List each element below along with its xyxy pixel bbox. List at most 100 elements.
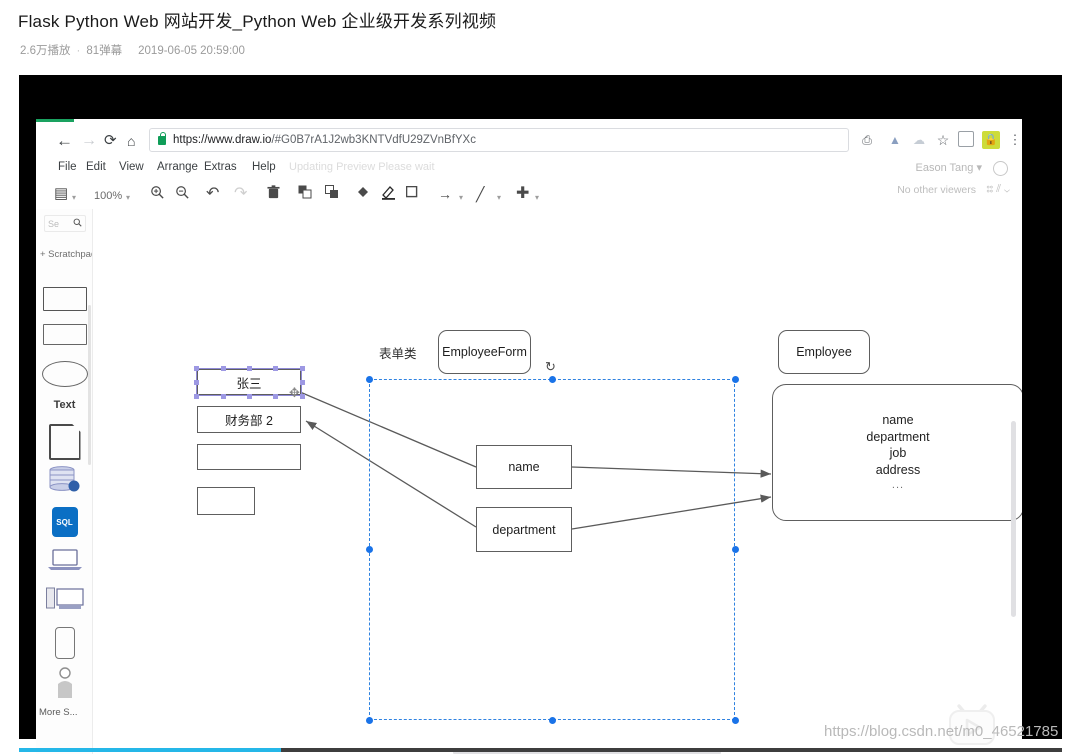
node-handle-ne[interactable] — [300, 366, 305, 371]
redo-icon[interactable]: ↷ — [234, 185, 247, 203]
delete-icon[interactable] — [267, 185, 280, 204]
node-employee-form[interactable]: EmployeeForm — [438, 330, 531, 374]
line-color-icon[interactable] — [381, 185, 396, 204]
more-shapes-button[interactable]: More S... — [39, 707, 78, 718]
page-root: Flask Python Web 网站开发_Python Web 企业级开发系列… — [0, 0, 1080, 754]
menu-item-arrange[interactable]: Arrange — [157, 161, 198, 173]
search-icon[interactable] — [73, 218, 82, 229]
selection-handle-ne[interactable] — [732, 376, 739, 383]
video-player[interactable]: ← → ⟳ ⌂ https://www.draw.io/#G0B7rA1J2wb… — [19, 75, 1062, 739]
reload-icon[interactable]: ⟳ — [104, 133, 117, 149]
url-host: https://www.draw.io — [173, 134, 271, 146]
canvas-vertical-scrollbar[interactable] — [1011, 421, 1016, 617]
zoom-out-icon[interactable] — [175, 185, 190, 204]
waypoint-caret-icon[interactable]: ▾ — [497, 189, 501, 207]
home-icon[interactable]: ⌂ — [127, 133, 135, 149]
connection-icon[interactable]: → — [438, 185, 452, 203]
browser-toolbar: ← → ⟳ ⌂ https://www.draw.io/#G0B7rA1J2wb… — [36, 122, 1022, 158]
shadow-icon[interactable] — [406, 185, 419, 203]
selection-handle-s[interactable] — [549, 717, 556, 724]
shape-sql[interactable]: SQL — [52, 507, 78, 537]
node-name-field[interactable]: name — [476, 445, 572, 489]
drawio-canvas[interactable]: 表单类 ↻ 张三 — [93, 209, 1022, 754]
account-label[interactable]: Eason Tang ▾ — [916, 161, 983, 174]
node-handle-n3[interactable] — [273, 366, 278, 371]
selection-handle-nw[interactable] — [366, 376, 373, 383]
danmaku-count: 81弹幕 — [86, 45, 122, 57]
extension-icon[interactable]: ▲ — [886, 131, 904, 149]
waypoint-icon[interactable]: ╱ — [476, 185, 484, 203]
shape-database[interactable] — [48, 466, 82, 496]
profile-icon[interactable] — [958, 131, 974, 147]
connection-caret-icon[interactable]: ▾ — [459, 189, 463, 207]
sheet-caret-icon[interactable]: ▾ — [72, 189, 76, 207]
selection-handle-sw[interactable] — [366, 717, 373, 724]
forward-icon[interactable]: → — [81, 133, 97, 149]
employee-field-address: address — [876, 462, 920, 479]
bookmark-star-icon[interactable]: ☆ — [934, 131, 952, 149]
node-employee[interactable]: Employee — [778, 330, 870, 374]
node-label: 财务部 2 — [225, 410, 273, 429]
meta-separator: · — [77, 45, 81, 57]
sheet-icon[interactable]: ▤ — [54, 185, 68, 203]
node-handle-s3[interactable] — [273, 394, 278, 399]
menu-item-file[interactable]: File — [58, 161, 77, 173]
node-label: department — [492, 523, 555, 537]
node-caiwubu[interactable]: 财务部 2 — [197, 406, 301, 433]
node-department-field[interactable]: department — [476, 507, 572, 552]
shape-desktop[interactable] — [46, 587, 84, 611]
translate-icon[interactable]: ⎙ — [858, 131, 876, 149]
menu-item-edit[interactable]: Edit — [86, 161, 106, 173]
undo-icon[interactable]: ↶ — [206, 185, 219, 203]
menu-item-help[interactable]: Help — [252, 161, 276, 173]
node-employee-body[interactable]: name department job address ... — [772, 384, 1022, 521]
node-handle-e[interactable] — [300, 380, 305, 385]
selection-handle-w[interactable] — [366, 546, 373, 553]
address-bar[interactable]: https://www.draw.io/#G0B7rA1J2wb3KNTVdfU… — [149, 128, 849, 152]
shape-rectangle-2[interactable] — [43, 324, 87, 345]
node-label: name — [508, 460, 539, 474]
shape-document[interactable] — [49, 424, 81, 460]
insert-caret-icon[interactable]: ▾ — [535, 189, 539, 207]
shape-rectangle-1[interactable] — [43, 287, 87, 311]
menu-item-view[interactable]: View — [119, 161, 144, 173]
to-front-icon[interactable] — [298, 185, 312, 203]
node-handle-w[interactable] — [194, 380, 199, 385]
back-icon[interactable]: ← — [56, 133, 73, 149]
node-handle-se[interactable] — [300, 394, 305, 399]
node-empty-2[interactable] — [197, 487, 255, 515]
node-empty-1[interactable] — [197, 444, 301, 470]
zoom-caret-icon[interactable]: ▾ — [126, 189, 130, 207]
node-handle-nw[interactable] — [194, 366, 199, 371]
node-handle-s1[interactable] — [221, 394, 226, 399]
shape-ellipse[interactable] — [42, 361, 88, 387]
chrome-menu-icon[interactable]: ⋮ — [1006, 131, 1024, 149]
avatar[interactable] — [993, 161, 1008, 176]
fill-color-icon[interactable] — [356, 185, 370, 203]
shape-laptop[interactable] — [47, 549, 83, 571]
node-handle-sw[interactable] — [194, 394, 199, 399]
zoom-in-svg — [150, 185, 165, 200]
scratchpad-label[interactable]: + Scratchpad — [40, 249, 96, 260]
selection-handle-se[interactable] — [732, 717, 739, 724]
form-class-label: 表单类 — [379, 343, 417, 362]
shape-text[interactable]: Text — [54, 399, 76, 411]
rotate-icon[interactable]: ↻ — [545, 359, 556, 375]
shape-search-input[interactable]: Se — [44, 215, 86, 232]
lock-extension-icon[interactable]: 🔒 — [982, 131, 1000, 149]
shape-actor[interactable] — [54, 667, 76, 699]
node-handle-n2[interactable] — [247, 366, 252, 371]
shape-phone[interactable] — [55, 627, 75, 659]
node-handle-s2[interactable] — [247, 394, 252, 399]
to-back-icon[interactable] — [325, 185, 339, 203]
sidebar-scrollbar[interactable] — [88, 305, 91, 465]
node-handle-n1[interactable] — [221, 366, 226, 371]
cloud-icon[interactable]: ☁ — [910, 131, 928, 149]
insert-icon[interactable]: ✚ — [516, 185, 529, 203]
zoom-in-icon[interactable] — [150, 185, 165, 204]
video-progress-track[interactable] — [19, 748, 1062, 752]
selection-handle-n[interactable] — [549, 376, 556, 383]
menu-item-extras[interactable]: Extras — [204, 161, 237, 173]
selection-handle-e[interactable] — [732, 546, 739, 553]
zoom-level[interactable]: 100% — [94, 187, 122, 205]
